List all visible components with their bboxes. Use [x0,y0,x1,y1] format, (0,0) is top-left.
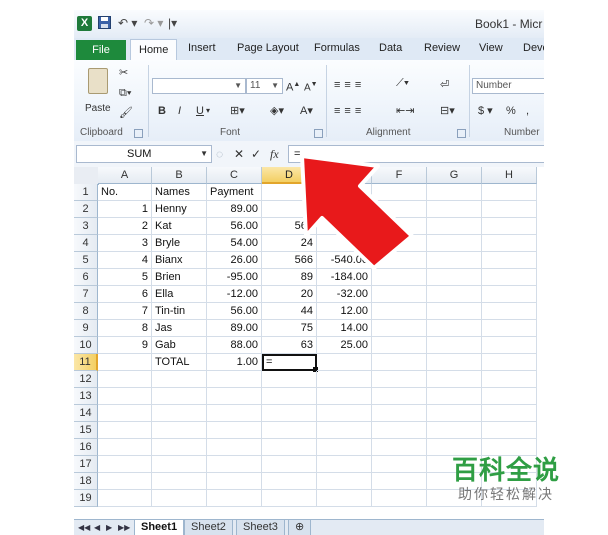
watermark-slogan: 助你轻松解决 [458,486,554,502]
watermark-brand: 百科全说 [452,455,561,485]
